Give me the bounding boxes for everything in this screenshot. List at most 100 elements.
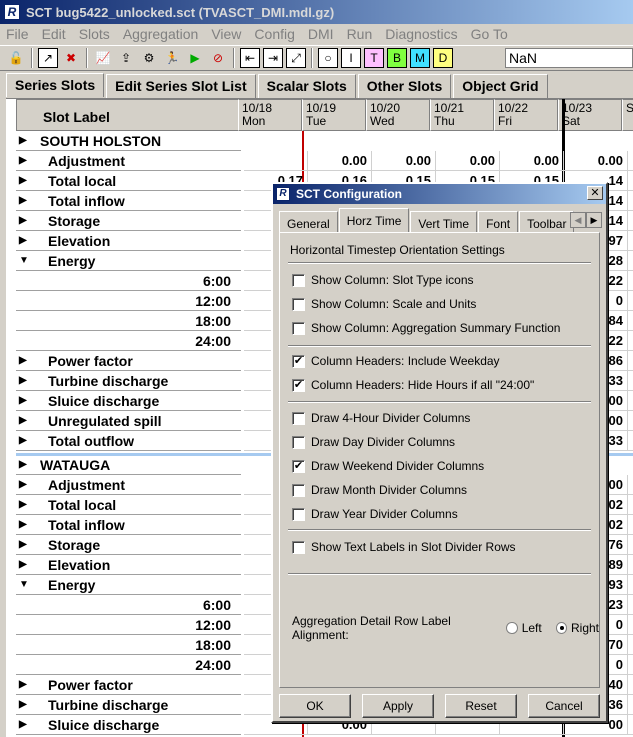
option-checkbox-row[interactable]: Show Column: Aggregation Summary Functio… [292, 321, 560, 335]
expand-arrow-icon[interactable]: ▶ [19, 555, 27, 575]
slot-row[interactable]: ▶ Elevation [16, 231, 241, 251]
scroll-left-icon[interactable]: ◀ [570, 212, 586, 228]
value-cell[interactable]: 0.00 [500, 151, 564, 171]
dialog-tab-general[interactable]: General [279, 211, 338, 232]
checkbox[interactable] [292, 435, 305, 449]
expand-arrow-icon[interactable]: ▶ [19, 515, 27, 535]
reset-button[interactable]: Reset [445, 694, 517, 718]
slot-row[interactable]: ▶ Adjustment [16, 151, 241, 171]
slot-row[interactable]: 24:00 [16, 331, 241, 351]
dialog-tab-vert-time[interactable]: Vert Time [410, 211, 478, 232]
date-column-header[interactable]: 10/23 Sat [558, 99, 622, 131]
checkbox[interactable]: ✔ [292, 354, 305, 368]
upload-icon[interactable]: ⇪ [116, 48, 136, 68]
slot-row[interactable]: 24:00 [16, 655, 241, 675]
slot-row[interactable]: ▶ Power factor [16, 675, 241, 695]
cancel-button[interactable]: Cancel [528, 694, 600, 718]
expand-arrow-icon[interactable]: ▶ [19, 151, 27, 171]
slot-row[interactable]: ▶ Turbine discharge [16, 371, 241, 391]
slot-row[interactable]: ▶ Storage [16, 535, 241, 555]
value-cell[interactable] [244, 151, 308, 171]
letter-i-button[interactable]: I [341, 48, 361, 68]
fit-icon[interactable]: ⤢ [286, 48, 306, 68]
checkbox[interactable] [292, 321, 305, 335]
slot-row[interactable]: ▼ Energy [16, 251, 241, 271]
date-column-header[interactable]: 10/19 Tue [302, 99, 366, 131]
expand-arrow-icon[interactable]: ▶ [19, 715, 27, 735]
slot-row[interactable]: ▶ Elevation [16, 555, 241, 575]
letter-d-button[interactable]: D [433, 48, 453, 68]
expand-left-icon[interactable]: ⇤ [240, 48, 260, 68]
expand-arrow-icon[interactable]: ▶ [19, 211, 27, 231]
slot-row[interactable]: ▼ Energy [16, 575, 241, 595]
slot-row[interactable]: 18:00 [16, 311, 241, 331]
circle-o-icon[interactable]: ○ [318, 48, 338, 68]
slot-row[interactable]: 6:00 [16, 271, 241, 291]
expand-arrow-icon[interactable]: ▶ [19, 431, 27, 451]
option-checkbox-row[interactable]: Draw 4-Hour Divider Columns [292, 411, 470, 425]
letter-b-button[interactable]: B [387, 48, 407, 68]
menu-slots[interactable]: Slots [79, 26, 110, 42]
slot-row[interactable]: ▶ Turbine discharge [16, 695, 241, 715]
menu-aggregation[interactable]: Aggregation [123, 26, 199, 42]
lock-icon[interactable]: 🔓 [6, 48, 26, 68]
slot-row[interactable]: ▶ SOUTH HOLSTON [16, 131, 241, 151]
expand-arrow-icon[interactable]: ▶ [19, 191, 27, 211]
option-checkbox-row[interactable]: ✔ Draw Weekend Divider Columns [292, 459, 484, 473]
expand-arrow-icon[interactable]: ▶ [19, 231, 27, 251]
value-cell[interactable]: 0.00 [436, 151, 500, 171]
expand-arrow-icon[interactable]: ▶ [19, 455, 27, 475]
slot-label-header[interactable]: Slot Label [16, 99, 241, 131]
slot-row[interactable]: ▶ Power factor [16, 351, 241, 371]
option-checkbox-row[interactable]: Draw Year Divider Columns [292, 507, 458, 521]
option-checkbox-row[interactable]: Draw Day Divider Columns [292, 435, 455, 449]
checkbox[interactable] [292, 297, 305, 311]
expand-arrow-icon[interactable]: ▶ [19, 475, 27, 495]
play-icon[interactable]: ▶ [185, 48, 205, 68]
menu-file[interactable]: File [6, 26, 29, 42]
slot-row[interactable]: 12:00 [16, 615, 241, 635]
align-right-radio[interactable] [555, 622, 567, 634]
slot-row[interactable]: ▶ Sluice discharge [16, 391, 241, 411]
letter-m-button[interactable]: M [410, 48, 430, 68]
slot-row[interactable]: ▶ Storage [16, 211, 241, 231]
menu-view[interactable]: View [211, 26, 241, 42]
delete-icon[interactable]: ✖ [61, 48, 81, 68]
slot-row[interactable]: ▶ WATAUGA [16, 455, 241, 475]
dialog-tab-toolbar[interactable]: Toolbar [519, 211, 575, 232]
expand-arrow-icon[interactable]: ▶ [19, 535, 27, 555]
open-icon[interactable]: ↗ [38, 48, 58, 68]
tab-edit-series-slot-list[interactable]: Edit Series Slot List [106, 74, 256, 98]
slot-row[interactable]: ▶ Sluice discharge [16, 715, 241, 735]
expand-arrow-icon[interactable]: ▶ [19, 131, 27, 151]
checkbox[interactable] [292, 273, 305, 287]
date-column-header[interactable]: 10/22 Fri [494, 99, 558, 131]
value-cell[interactable]: 0.00 [308, 151, 372, 171]
option-checkbox-row[interactable]: ✔ Column Headers: Hide Hours if all "24:0… [292, 378, 534, 392]
tab-series-slots[interactable]: Series Slots [6, 73, 105, 97]
tab-scalar-slots[interactable]: Scalar Slots [257, 74, 356, 98]
menu-dmi[interactable]: DMI [308, 26, 334, 42]
option-checkbox-row[interactable]: Show Column: Scale and Units [292, 297, 476, 311]
letter-t-button[interactable]: T [364, 48, 384, 68]
slot-row[interactable]: 12:00 [16, 291, 241, 311]
value-field[interactable]: NaN [505, 48, 633, 68]
option-checkbox-row[interactable]: ✔ Column Headers: Include Weekday [292, 354, 500, 368]
stop-icon[interactable]: ⊘ [208, 48, 228, 68]
slot-row[interactable]: ▶ Total local [16, 495, 241, 515]
date-column-header[interactable]: 10/18 Mon [238, 99, 302, 131]
expand-arrow-icon[interactable]: ▶ [19, 695, 27, 715]
option-checkbox-row[interactable]: Show Column: Slot Type icons [292, 273, 474, 287]
plot-icon[interactable]: 📈 [93, 48, 113, 68]
slot-row[interactable]: ▶ Total local [16, 171, 241, 191]
menu-diagnostics[interactable]: Diagnostics [385, 26, 457, 42]
expand-arrow-icon[interactable]: ▶ [19, 351, 27, 371]
diagnostics-icon[interactable]: ⚙ [139, 48, 159, 68]
option-checkbox-row[interactable]: Show Text Labels in Slot Divider Rows [292, 540, 516, 554]
dialog-tab-font[interactable]: Font [478, 211, 519, 232]
expand-arrow-icon[interactable]: ▶ [19, 675, 27, 695]
close-icon[interactable]: ✕ [587, 186, 603, 200]
menu-edit[interactable]: Edit [42, 26, 66, 42]
expand-arrow-icon[interactable]: ▼ [19, 251, 29, 271]
checkbox[interactable]: ✔ [292, 459, 305, 473]
